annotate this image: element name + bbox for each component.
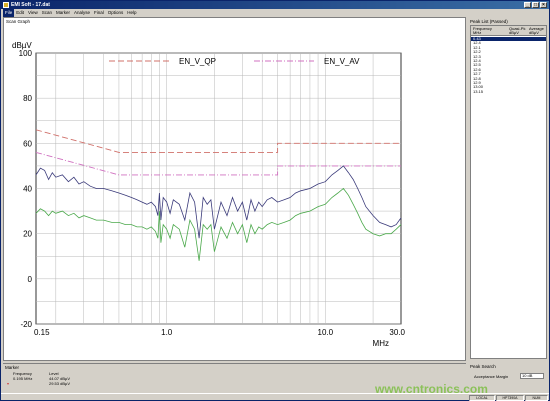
- peak-list-rows: 0.43 12.4 12.1 12.2 12.3 12.4 12.5 12.6 12.7 12.8…: [471, 36, 546, 94]
- menu-file[interactable]: File: [3, 9, 15, 17]
- title-bar[interactable]: EMI Soft - 17.dat _ □ ×: [1, 1, 549, 9]
- peak-list-panel: Peak List (Passed) Frequency MHz Quasi-P…: [468, 17, 549, 361]
- peak-list-header: Frequency MHz Quasi-Pk dBµV Average dBµV: [471, 26, 546, 36]
- x-tick-label: 0.15: [34, 328, 50, 337]
- menu-bar: File Edit View Scan Marker Analyse Final…: [1, 9, 549, 17]
- status-device: HP7390A: [496, 395, 524, 401]
- y-tick-label: 0: [28, 275, 33, 284]
- menu-options[interactable]: Options: [106, 9, 126, 17]
- legend-label: EN_V_AV: [324, 57, 360, 66]
- menu-marker[interactable]: Marker: [54, 9, 72, 17]
- menu-scan[interactable]: Scan: [40, 9, 54, 17]
- y-tick-label: 100: [19, 49, 33, 58]
- marker-indicator-icon: ▾: [7, 381, 10, 386]
- header-frequency-unit: MHz: [473, 30, 482, 35]
- acceptance-margin-input[interactable]: 10 dB: [520, 373, 544, 379]
- app-icon: [3, 2, 9, 8]
- app-window: EMI Soft - 17.dat _ □ × File Edit View S…: [0, 0, 550, 401]
- x-axis-label: MHz: [373, 339, 389, 348]
- scan-graph-panel: Scan Graph -20 0 20 40 60 80 100 0.15 1.0 10.0 30.…: [3, 17, 466, 361]
- emission-chart[interactable]: -20 0 20 40 60 80 100 0.15 1.0 10.0 30.0 dBµV MHz EN_…: [4, 18, 465, 360]
- peak-list-caption: Peak List (Passed): [470, 19, 508, 24]
- menu-final[interactable]: Final: [92, 9, 106, 17]
- close-button[interactable]: ×: [540, 2, 547, 8]
- y-tick-label: 60: [23, 139, 32, 148]
- y-tick-label: -20: [20, 320, 32, 329]
- menu-help[interactable]: Help: [125, 9, 138, 17]
- marker-caption: Marker: [5, 365, 20, 370]
- x-tick-label: 30.0: [389, 328, 405, 337]
- peak-search-caption: Peak Search: [470, 364, 496, 369]
- peak-list[interactable]: Frequency MHz Quasi-Pk dBµV Average dBµV…: [470, 25, 547, 359]
- header-average-unit: dBµV: [529, 30, 539, 35]
- marker-frequency-value: 0.195 MHz: [13, 376, 33, 381]
- x-tick-label: 1.0: [161, 328, 173, 337]
- menu-analyse[interactable]: Analyse: [72, 9, 92, 17]
- header-quasi-peak-unit: dBµV: [509, 30, 519, 35]
- peak-list-row[interactable]: 13.15: [471, 89, 546, 94]
- menu-view[interactable]: View: [26, 9, 40, 17]
- y-tick-label: 20: [23, 230, 32, 239]
- y-axis-label: dBµV: [12, 41, 32, 50]
- menu-edit[interactable]: Edit: [14, 9, 26, 17]
- legend-label: EN_V_QP: [179, 57, 216, 66]
- watermark-text: www.cntronics.com: [375, 382, 488, 396]
- y-tick-label: 80: [23, 94, 32, 103]
- marker-level-value-av: 29.53 dBµV: [49, 381, 70, 386]
- x-tick-label: 10.0: [318, 328, 334, 337]
- minimize-button[interactable]: _: [524, 2, 531, 8]
- maximize-button[interactable]: □: [532, 2, 539, 8]
- y-tick-label: 40: [23, 185, 32, 194]
- status-num: NUM: [525, 395, 548, 401]
- acceptance-margin-label: Acceptance Margin: [474, 374, 509, 379]
- window-title: EMI Soft - 17.dat: [11, 2, 50, 8]
